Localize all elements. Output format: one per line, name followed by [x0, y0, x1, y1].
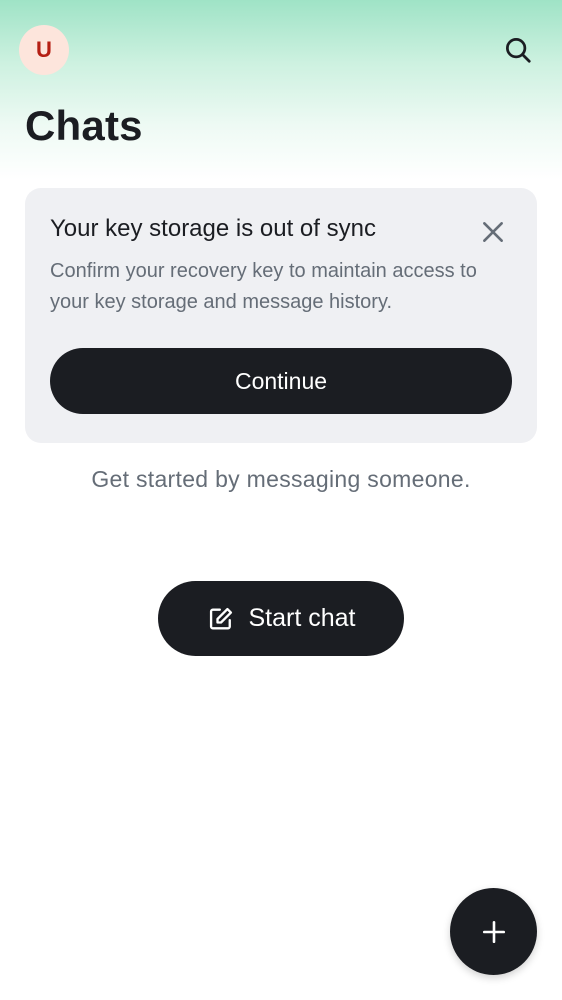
key-storage-banner: Your key storage is out of sync Confirm … [25, 188, 537, 443]
plus-icon [481, 919, 507, 945]
banner-body: Confirm your recovery key to maintain ac… [50, 260, 477, 313]
avatar[interactable]: U [19, 25, 69, 75]
compose-icon [207, 605, 235, 633]
empty-state-message: Get started by messaging someone. [91, 466, 471, 492]
avatar-initial: U [36, 37, 52, 62]
search-button[interactable] [498, 30, 538, 70]
close-icon [480, 219, 506, 245]
new-chat-fab[interactable] [450, 888, 537, 975]
start-chat-button[interactable]: Start chat [158, 581, 404, 656]
search-icon [503, 35, 533, 65]
header-background [0, 0, 562, 180]
continue-button[interactable]: Continue [50, 348, 512, 414]
start-chat-label: Start chat [248, 604, 356, 632]
banner-title: Your key storage is out of sync [50, 215, 376, 242]
banner-close-button[interactable] [477, 216, 509, 248]
page-title: Chats [25, 102, 143, 149]
